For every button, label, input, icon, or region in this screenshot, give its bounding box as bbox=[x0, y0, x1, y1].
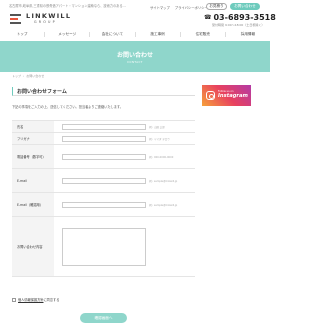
instagram-label: Instagram bbox=[218, 93, 248, 100]
estimate-button[interactable]: お見積り bbox=[206, 3, 227, 10]
nav-item-recruit[interactable]: 採用情報 bbox=[226, 32, 270, 37]
field-label: フリガナ bbox=[12, 133, 54, 144]
phone-icon: ☎ bbox=[204, 14, 212, 21]
field-label: E-mail（確認用） bbox=[12, 193, 54, 216]
nav-item-company[interactable]: 会社について bbox=[90, 31, 136, 37]
phone-number[interactable]: ☎ 03-6893-3518 bbox=[204, 13, 276, 22]
instagram-banner[interactable]: Follow us on Instagram bbox=[202, 85, 251, 106]
page-hero: お問い合わせ CONTACT bbox=[0, 41, 270, 72]
field-hint: 例）sample@linkwill.jp bbox=[149, 203, 178, 207]
field-hint: 例）000-0000-0000 bbox=[149, 155, 174, 159]
site-logo[interactable]: LINKWILL GROUP bbox=[10, 10, 71, 27]
form-section-title: お問い合わせフォーム bbox=[12, 87, 195, 96]
page-subtitle: CONTACT bbox=[127, 60, 143, 64]
breadcrumb: トップ › お問い合わせ bbox=[12, 74, 44, 78]
form-row-name: 氏名 例）山田 太郎 bbox=[12, 121, 195, 133]
breadcrumb-current: お問い合わせ bbox=[26, 74, 45, 78]
logo-mark-icon bbox=[10, 12, 23, 25]
email-input[interactable] bbox=[62, 177, 146, 184]
field-hint: 例）山田 太郎 bbox=[149, 125, 165, 129]
field-hint: 例）sample@linkwill.jp bbox=[149, 179, 178, 183]
privacy-consent-text: に同意する bbox=[43, 298, 60, 302]
privacy-policy-link[interactable]: プライバシーポリシー bbox=[175, 5, 208, 10]
business-hours: 受付時間 9:00〜18:00（土日祝除く） bbox=[212, 23, 265, 27]
field-label: E-mail bbox=[12, 169, 54, 192]
breadcrumb-home[interactable]: トップ bbox=[12, 74, 21, 78]
field-label: お問い合わせ内容 bbox=[12, 217, 54, 276]
email-confirm-input[interactable] bbox=[62, 201, 146, 208]
name-input[interactable] bbox=[62, 123, 146, 130]
field-hint: 例）ヤマダ タロウ bbox=[149, 137, 170, 141]
form-row-phone: 電話番号（数字可） 例）000-0000-0000 bbox=[12, 145, 195, 169]
form-intro: 下記の事項をご入力の上、送信してください。担当者よりご連絡いたします。 bbox=[12, 105, 123, 109]
instagram-icon bbox=[206, 91, 215, 100]
breadcrumb-separator: › bbox=[23, 74, 25, 78]
header-links: サイトマップ プライバシーポリシー bbox=[150, 5, 208, 10]
page-title: お問い合わせ bbox=[116, 51, 153, 59]
field-label: 氏名 bbox=[12, 121, 54, 132]
phone-input[interactable] bbox=[62, 153, 146, 160]
phone-text: 03-6893-3518 bbox=[213, 13, 276, 22]
field-label: 電話番号（数字可） bbox=[12, 145, 54, 168]
nav-item-housing[interactable]: 住宅販売 bbox=[181, 31, 226, 37]
nav-item-works[interactable]: 施工事例 bbox=[136, 31, 181, 37]
nav-item-message[interactable]: メッセージ bbox=[45, 31, 91, 37]
site-tagline: 名古屋市,岐阜県,三重県の鉄骨造アパート・マンション建築なら、技術力のある… bbox=[9, 4, 126, 8]
form-row-kana: フリガナ 例）ヤマダ タロウ bbox=[12, 133, 195, 145]
logo-sub: GROUP bbox=[34, 19, 57, 24]
privacy-policy-text-link[interactable]: 個人情報保護方針 bbox=[18, 297, 44, 302]
form-row-message: お問い合わせ内容 bbox=[12, 217, 195, 277]
contact-form: 氏名 例）山田 太郎 フリガナ 例）ヤマダ タロウ 電話番号（数字可） 例）00… bbox=[12, 120, 195, 277]
logo-name: LINKWILL bbox=[26, 12, 72, 21]
message-textarea[interactable] bbox=[62, 227, 146, 266]
sitemap-link[interactable]: サイトマップ bbox=[150, 5, 170, 10]
contact-button[interactable]: お問い合わせ bbox=[230, 3, 260, 10]
privacy-consent: 個人情報保護方針 に同意する bbox=[12, 297, 59, 302]
privacy-checkbox[interactable] bbox=[12, 297, 16, 302]
form-row-email: E-mail 例）sample@linkwill.jp bbox=[12, 169, 195, 193]
main-nav: トップ メッセージ 会社について 施工事例 住宅販売 採用情報 bbox=[0, 29, 270, 39]
confirm-button[interactable]: 確認画面へ bbox=[80, 313, 127, 323]
form-row-email-confirm: E-mail（確認用） 例）sample@linkwill.jp bbox=[12, 193, 195, 217]
nav-item-top[interactable]: トップ bbox=[0, 31, 46, 37]
kana-input[interactable] bbox=[62, 135, 146, 142]
